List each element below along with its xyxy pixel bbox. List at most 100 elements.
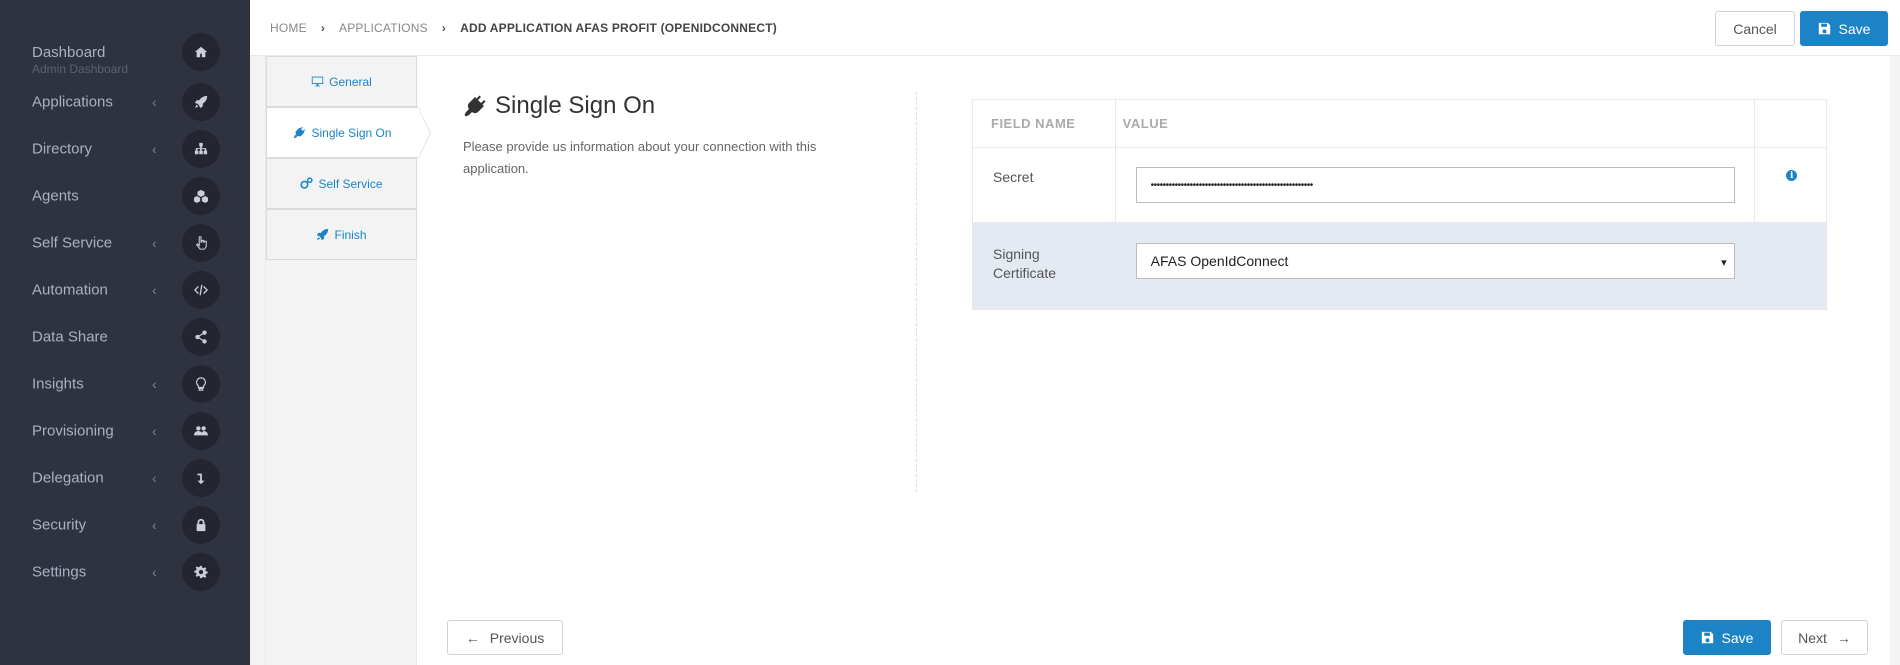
signing-certificate-select[interactable]: AFAS OpenIdConnect ▾ — [1135, 243, 1735, 279]
step-self-service[interactable]: Self Service — [266, 158, 417, 209]
sidebar-item-self-service[interactable]: Self Service ‹ — [0, 219, 250, 266]
plug-icon — [464, 95, 486, 117]
sidebar: Dashboard Admin Dashboard Applications ‹… — [0, 0, 250, 665]
sidebar-item-label: Provisioning — [32, 422, 114, 439]
chevron-left-icon: ‹ — [152, 422, 157, 439]
sidebar-item-label: Settings — [32, 563, 87, 580]
table-header-cell — [1755, 100, 1826, 147]
next-button-label: Next — [1798, 629, 1827, 646]
step-label: Self Service — [318, 176, 383, 191]
table-row: Secret •••••••••••••••••••••••••••••••••… — [973, 148, 1826, 223]
sidebar-item-delegation[interactable]: Delegation ‹ — [0, 454, 250, 501]
sidebar-item-data-share[interactable]: Data Share — [0, 313, 250, 360]
step-general[interactable]: General — [266, 56, 417, 107]
arrow-left-icon: ← — [465, 629, 480, 646]
info-icon[interactable]: i — [1786, 170, 1798, 181]
gear-icon — [182, 552, 220, 591]
app-root: Dashboard Admin Dashboard Applications ‹… — [0, 0, 1900, 665]
header-field-name: FIELD NAME — [991, 116, 1076, 131]
sidebar-item-label: Self Service — [32, 234, 113, 251]
breadcrumb: HOME › APPLICATIONS › ADD APPLICATION AF… — [270, 21, 777, 35]
section-description: Please provide us information about your… — [463, 139, 817, 176]
breadcrumb-separator: › — [320, 21, 326, 35]
next-button[interactable]: Next → — [1781, 620, 1868, 655]
field-name-secret: Secret — [993, 169, 1034, 185]
sitemap-icon — [182, 129, 220, 168]
chevron-left-icon: ‹ — [152, 93, 157, 110]
chevron-left-icon: ‹ — [152, 375, 157, 392]
sidebar-item-insights[interactable]: Insights ‹ — [0, 360, 250, 407]
save-button[interactable]: Save — [1800, 11, 1888, 46]
sidebar-item-label: Data Share — [32, 328, 108, 345]
cancel-button[interactable]: Cancel — [1715, 11, 1795, 46]
sidebar-item-applications[interactable]: Applications ‹ — [0, 78, 250, 125]
wizard-steps: General Single Sign On Self Service Fini… — [266, 56, 431, 665]
step-finish[interactable]: Finish — [266, 209, 417, 260]
sidebar-item-sublabel: Admin Dashboard — [32, 62, 129, 76]
top-bar: HOME › APPLICATIONS › ADD APPLICATION AF… — [250, 0, 1900, 56]
hand-pointer-icon — [182, 223, 220, 262]
wizard-panel: General Single Sign On Self Service Fini… — [265, 56, 1890, 665]
footer-save-button[interactable]: Save — [1683, 620, 1771, 655]
table-header-cell: VALUE — [1116, 100, 1756, 147]
table-cell: i — [1755, 148, 1826, 222]
sidebar-item-label: Applications — [32, 93, 113, 110]
sidebar-item-security[interactable]: Security ‹ — [0, 501, 250, 548]
breadcrumb-home[interactable]: HOME — [270, 21, 307, 35]
plug-icon — [294, 126, 306, 139]
table-cell: Secret — [973, 148, 1116, 222]
save-icon — [1818, 22, 1830, 35]
sidebar-item-label: Agents — [32, 187, 79, 204]
table-cell: ••••••••••••••••••••••••••••••••••••••••… — [1116, 148, 1756, 222]
chevron-left-icon: ‹ — [152, 563, 157, 580]
sidebar-item-settings[interactable]: Settings ‹ — [0, 548, 250, 595]
step-label: Single Sign On — [311, 125, 392, 140]
rocket-icon — [182, 82, 220, 121]
chevron-left-icon: ‹ — [152, 516, 157, 533]
step-label: General — [329, 74, 372, 89]
previous-button-label: Previous — [489, 629, 545, 646]
select-value: AFAS OpenIdConnect — [1150, 253, 1289, 269]
sidebar-item-dashboard[interactable]: Dashboard Admin Dashboard — [0, 22, 250, 82]
table-row: Signing Certificate AFAS OpenIdConnect ▾ — [973, 223, 1826, 309]
sidebar-item-automation[interactable]: Automation ‹ — [0, 266, 250, 313]
chevron-left-icon: ‹ — [152, 234, 157, 251]
sidebar-item-label: Security — [32, 516, 87, 533]
page-title: Single Sign On — [495, 92, 656, 119]
cubes-icon — [182, 176, 220, 215]
code-icon — [182, 270, 220, 309]
save-button-label: Save — [1721, 629, 1754, 646]
settings-table: FIELD NAME VALUE Secret ••••••••••••••••… — [972, 99, 1827, 310]
users-icon — [182, 411, 220, 450]
table-cell: Signing Certificate — [973, 223, 1116, 309]
lightbulb-icon — [182, 364, 220, 403]
home-icon — [182, 33, 220, 71]
secret-password-input[interactable]: ••••••••••••••••••••••••••••••••••••••••… — [1135, 167, 1735, 203]
sidebar-item-agents[interactable]: Agents — [0, 172, 250, 219]
level-down-icon — [182, 458, 220, 497]
previous-button[interactable]: ← Previous — [447, 620, 563, 655]
field-name-signing-certificate: Signing Certificate — [993, 246, 1057, 281]
table-cell: AFAS OpenIdConnect ▾ — [1116, 223, 1756, 309]
header-value: VALUE — [1122, 116, 1169, 131]
rocket-icon — [317, 228, 329, 241]
caret-down-icon: ▾ — [1721, 257, 1727, 269]
table-header-cell: FIELD NAME — [973, 100, 1116, 147]
breadcrumb-current: ADD APPLICATION AFAS PROFIT (OPENIDCONNE… — [460, 21, 777, 35]
sidebar-item-label: Delegation — [32, 469, 104, 486]
breadcrumb-applications[interactable]: APPLICATIONS — [339, 21, 428, 35]
share-icon — [182, 317, 220, 356]
step-active-arrow-fill — [418, 108, 430, 158]
desktop-icon — [311, 76, 324, 87]
sidebar-item-label: Insights — [32, 375, 84, 392]
arrow-right-icon: → — [1836, 629, 1851, 646]
sidebar-item-directory[interactable]: Directory ‹ — [0, 125, 250, 172]
sidebar-item-provisioning[interactable]: Provisioning ‹ — [0, 407, 250, 454]
table-header-row: FIELD NAME VALUE — [973, 100, 1826, 148]
section-header: Single Sign On — [463, 92, 655, 120]
save-button-label: Save — [1838, 20, 1871, 37]
save-icon — [1701, 631, 1713, 644]
vertical-divider — [916, 92, 917, 492]
sidebar-item-label: Automation — [32, 281, 108, 298]
step-single-sign-on[interactable]: Single Sign On — [266, 107, 431, 159]
